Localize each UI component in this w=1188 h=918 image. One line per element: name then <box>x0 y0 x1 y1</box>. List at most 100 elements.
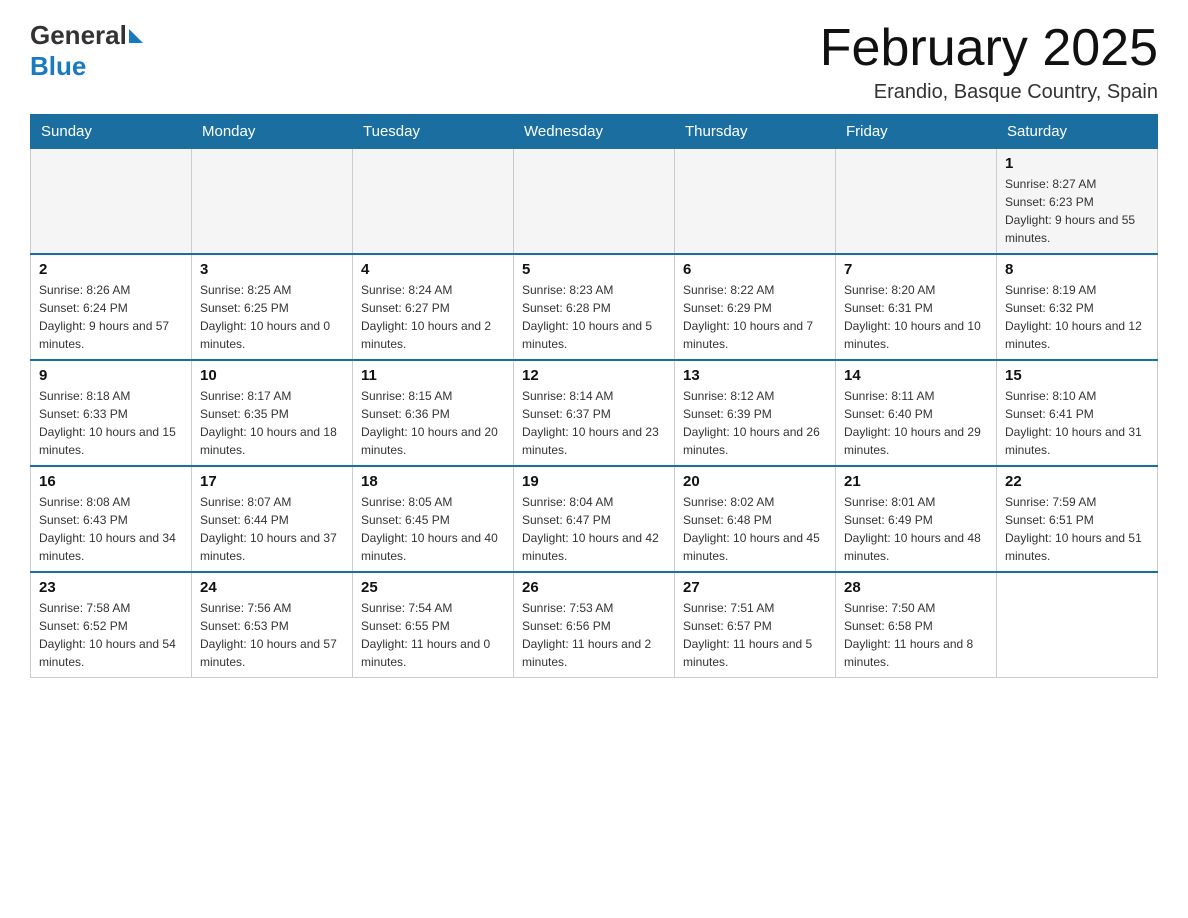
day-info: Sunrise: 7:56 AMSunset: 6:53 PMDaylight:… <box>200 599 344 671</box>
day-number: 10 <box>200 367 344 384</box>
month-title: February 2025 <box>820 20 1158 77</box>
day-of-week-header: Wednesday <box>514 115 675 149</box>
calendar-cell: 3 Sunrise: 8:25 AMSunset: 6:25 PMDaylight… <box>192 254 353 360</box>
day-number: 28 <box>844 579 988 596</box>
day-info: Sunrise: 8:12 AMSunset: 6:39 PMDaylight:… <box>683 387 827 459</box>
page-header: General Blue February 2025 Erandio, Basq… <box>30 20 1158 104</box>
calendar-cell <box>192 149 353 255</box>
calendar-cell: 14 Sunrise: 8:11 AMSunset: 6:40 PMDayligh… <box>836 360 997 466</box>
calendar-cell <box>675 149 836 255</box>
title-section: February 2025 Erandio, Basque Country, S… <box>820 20 1158 104</box>
calendar-cell: 21 Sunrise: 8:01 AMSunset: 6:49 PMDayligh… <box>836 466 997 572</box>
day-number: 5 <box>522 261 666 278</box>
calendar-cell <box>997 572 1158 678</box>
calendar-cell: 20 Sunrise: 8:02 AMSunset: 6:48 PMDayligh… <box>675 466 836 572</box>
day-number: 9 <box>39 367 183 384</box>
day-info: Sunrise: 7:50 AMSunset: 6:58 PMDaylight:… <box>844 599 988 671</box>
day-number: 8 <box>1005 261 1149 278</box>
day-info: Sunrise: 8:07 AMSunset: 6:44 PMDaylight:… <box>200 493 344 565</box>
calendar-cell <box>31 149 192 255</box>
day-of-week-header: Saturday <box>997 115 1158 149</box>
day-number: 2 <box>39 261 183 278</box>
day-info: Sunrise: 7:53 AMSunset: 6:56 PMDaylight:… <box>522 599 666 671</box>
day-info: Sunrise: 8:14 AMSunset: 6:37 PMDaylight:… <box>522 387 666 459</box>
day-number: 17 <box>200 473 344 490</box>
day-info: Sunrise: 8:01 AMSunset: 6:49 PMDaylight:… <box>844 493 988 565</box>
day-number: 23 <box>39 579 183 596</box>
calendar-week-row: 2Sunrise: 8:26 AMSunset: 6:24 PMDaylight… <box>31 254 1158 360</box>
day-info: Sunrise: 8:22 AMSunset: 6:29 PMDaylight:… <box>683 281 827 353</box>
calendar-cell: 13 Sunrise: 8:12 AMSunset: 6:39 PMDayligh… <box>675 360 836 466</box>
calendar-cell: 28 Sunrise: 7:50 AMSunset: 6:58 PMDayligh… <box>836 572 997 678</box>
calendar-cell: 27 Sunrise: 7:51 AMSunset: 6:57 PMDayligh… <box>675 572 836 678</box>
calendar-cell: 15 Sunrise: 8:10 AMSunset: 6:41 PMDayligh… <box>997 360 1158 466</box>
calendar-week-row: 1 Sunrise: 8:27 AMSunset: 6:23 PMDaylight… <box>31 149 1158 255</box>
calendar-table: SundayMondayTuesdayWednesdayThursdayFrid… <box>30 114 1158 678</box>
calendar-header: SundayMondayTuesdayWednesdayThursdayFrid… <box>31 115 1158 149</box>
calendar-cell <box>514 149 675 255</box>
day-number: 4 <box>361 261 505 278</box>
calendar-cell: 25 Sunrise: 7:54 AMSunset: 6:55 PMDayligh… <box>353 572 514 678</box>
logo-blue-text: Blue <box>30 51 86 82</box>
day-number: 21 <box>844 473 988 490</box>
day-info: Sunrise: 8:20 AMSunset: 6:31 PMDaylight:… <box>844 281 988 353</box>
day-number: 22 <box>1005 473 1149 490</box>
calendar-cell: 9 Sunrise: 8:18 AMSunset: 6:33 PMDaylight… <box>31 360 192 466</box>
day-of-week-header: Sunday <box>31 115 192 149</box>
calendar-week-row: 9 Sunrise: 8:18 AMSunset: 6:33 PMDaylight… <box>31 360 1158 466</box>
calendar-cell: 1 Sunrise: 8:27 AMSunset: 6:23 PMDaylight… <box>997 149 1158 255</box>
calendar-cell: 12 Sunrise: 8:14 AMSunset: 6:37 PMDayligh… <box>514 360 675 466</box>
day-info: Sunrise: 8:27 AMSunset: 6:23 PMDaylight:… <box>1005 175 1149 247</box>
day-of-week-header: Thursday <box>675 115 836 149</box>
location-text: Erandio, Basque Country, Spain <box>820 81 1158 104</box>
day-info: Sunrise: 7:59 AMSunset: 6:51 PMDaylight:… <box>1005 493 1149 565</box>
day-info: Sunrise: 8:15 AMSunset: 6:36 PMDaylight:… <box>361 387 505 459</box>
day-info: Sunrise: 8:19 AMSunset: 6:32 PMDaylight:… <box>1005 281 1149 353</box>
day-info: Sunrise: 8:10 AMSunset: 6:41 PMDaylight:… <box>1005 387 1149 459</box>
day-info: Sunrise: 8:25 AMSunset: 6:25 PMDaylight:… <box>200 281 344 353</box>
day-info: Sunrise: 8:04 AMSunset: 6:47 PMDaylight:… <box>522 493 666 565</box>
day-info: Sunrise: 8:11 AMSunset: 6:40 PMDaylight:… <box>844 387 988 459</box>
day-info: Sunrise: 8:02 AMSunset: 6:48 PMDaylight:… <box>683 493 827 565</box>
calendar-cell: 19 Sunrise: 8:04 AMSunset: 6:47 PMDayligh… <box>514 466 675 572</box>
calendar-cell: 22 Sunrise: 7:59 AMSunset: 6:51 PMDayligh… <box>997 466 1158 572</box>
days-of-week-row: SundayMondayTuesdayWednesdayThursdayFrid… <box>31 115 1158 149</box>
calendar-cell: 18Sunrise: 8:05 AMSunset: 6:45 PMDayligh… <box>353 466 514 572</box>
calendar-cell: 4Sunrise: 8:24 AMSunset: 6:27 PMDaylight… <box>353 254 514 360</box>
day-info: Sunrise: 8:08 AMSunset: 6:43 PMDaylight:… <box>39 493 183 565</box>
calendar-cell: 10 Sunrise: 8:17 AMSunset: 6:35 PMDayligh… <box>192 360 353 466</box>
day-number: 1 <box>1005 155 1149 172</box>
day-info: Sunrise: 8:23 AMSunset: 6:28 PMDaylight:… <box>522 281 666 353</box>
calendar-cell: 24 Sunrise: 7:56 AMSunset: 6:53 PMDayligh… <box>192 572 353 678</box>
calendar-week-row: 23 Sunrise: 7:58 AMSunset: 6:52 PMDayligh… <box>31 572 1158 678</box>
day-number: 13 <box>683 367 827 384</box>
day-number: 15 <box>1005 367 1149 384</box>
day-number: 14 <box>844 367 988 384</box>
day-number: 12 <box>522 367 666 384</box>
calendar-cell: 6Sunrise: 8:22 AMSunset: 6:29 PMDaylight… <box>675 254 836 360</box>
day-info: Sunrise: 8:18 AMSunset: 6:33 PMDaylight:… <box>39 387 183 459</box>
day-info: Sunrise: 8:17 AMSunset: 6:35 PMDaylight:… <box>200 387 344 459</box>
day-number: 25 <box>361 579 505 596</box>
logo-arrow-icon <box>129 29 143 43</box>
calendar-cell: 7Sunrise: 8:20 AMSunset: 6:31 PMDaylight… <box>836 254 997 360</box>
day-number: 20 <box>683 473 827 490</box>
calendar-cell: 17 Sunrise: 8:07 AMSunset: 6:44 PMDayligh… <box>192 466 353 572</box>
calendar-body: 1 Sunrise: 8:27 AMSunset: 6:23 PMDaylight… <box>31 149 1158 678</box>
day-number: 24 <box>200 579 344 596</box>
day-number: 16 <box>39 473 183 490</box>
day-number: 26 <box>522 579 666 596</box>
day-number: 27 <box>683 579 827 596</box>
day-number: 19 <box>522 473 666 490</box>
day-info: Sunrise: 7:58 AMSunset: 6:52 PMDaylight:… <box>39 599 183 671</box>
calendar-cell: 5 Sunrise: 8:23 AMSunset: 6:28 PMDaylight… <box>514 254 675 360</box>
day-info: Sunrise: 8:05 AMSunset: 6:45 PMDaylight:… <box>361 493 505 565</box>
day-info: Sunrise: 7:54 AMSunset: 6:55 PMDaylight:… <box>361 599 505 671</box>
day-info: Sunrise: 7:51 AMSunset: 6:57 PMDaylight:… <box>683 599 827 671</box>
calendar-cell: 8 Sunrise: 8:19 AMSunset: 6:32 PMDaylight… <box>997 254 1158 360</box>
day-number: 3 <box>200 261 344 278</box>
calendar-cell: 2Sunrise: 8:26 AMSunset: 6:24 PMDaylight… <box>31 254 192 360</box>
day-of-week-header: Tuesday <box>353 115 514 149</box>
calendar-cell: 23 Sunrise: 7:58 AMSunset: 6:52 PMDayligh… <box>31 572 192 678</box>
day-of-week-header: Friday <box>836 115 997 149</box>
